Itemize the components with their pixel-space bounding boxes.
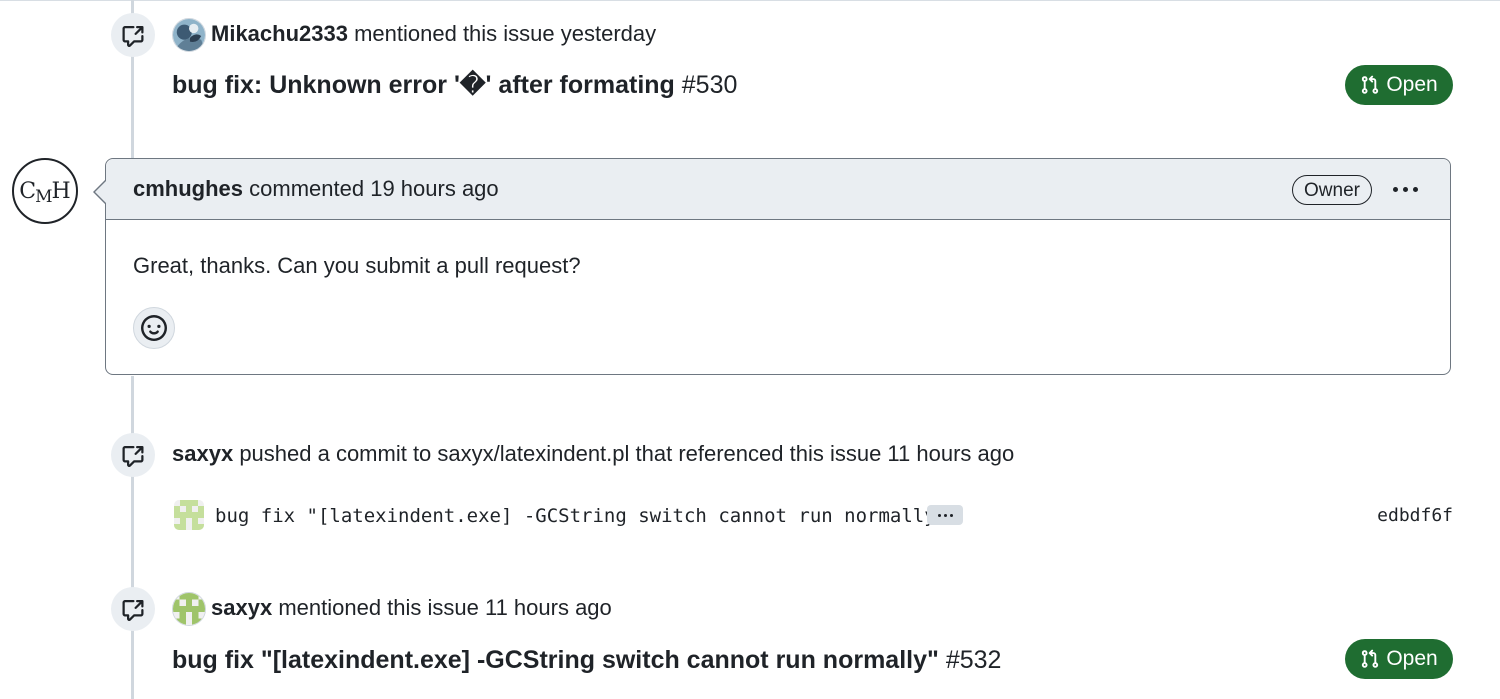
event-description: saxyx mentioned this issue 11 hours ago — [211, 593, 612, 623]
top-divider — [0, 0, 1500, 1]
comment-card: cmhughes commented 19 hours ago Owner Gr… — [105, 158, 1451, 375]
ref-number[interactable]: #532 — [946, 646, 1002, 674]
git-pull-request-icon — [1362, 649, 1379, 668]
avatar-letter: H — [51, 178, 71, 204]
event-description: saxyx pushed a commit to saxyx/latexinde… — [172, 439, 1014, 469]
cross-reference-icon — [111, 587, 155, 631]
ref-title-text[interactable]: bug fix: Unknown error '�' after formati… — [172, 71, 675, 99]
ref-title-text[interactable]: bug fix "[latexindent.exe] -GCString swi… — [172, 646, 939, 674]
state-label: Open — [1386, 73, 1438, 96]
referenced-issue-title[interactable]: bug fix: Unknown error '�' after formati… — [172, 69, 737, 101]
avatar-letter: C — [19, 178, 37, 204]
comment-header: cmhughes commented 19 hours ago Owner — [106, 159, 1450, 220]
kebab-horizontal-icon[interactable] — [1390, 177, 1420, 201]
comment-caret — [95, 180, 107, 204]
event-action: mentioned this issue yesterday — [354, 21, 657, 46]
open-state-badge: Open — [1345, 65, 1453, 105]
avatar[interactable]: CMH — [12, 158, 78, 224]
avatar[interactable] — [172, 592, 206, 626]
cross-reference-icon — [111, 13, 155, 57]
actor-link[interactable]: Mikachu2333 — [211, 21, 348, 46]
commit-sha-link[interactable]: edbdf6f — [1377, 503, 1453, 529]
git-pull-request-icon — [1362, 75, 1379, 94]
ref-number[interactable]: #530 — [682, 71, 738, 99]
actor-link[interactable]: saxyx — [211, 595, 272, 620]
smiley-icon — [141, 315, 167, 341]
referenced-issue-title[interactable]: bug fix "[latexindent.exe] -GCString swi… — [172, 644, 1001, 676]
event-description: Mikachu2333 mentioned this issue yesterd… — [211, 19, 656, 49]
avatar-letter: M — [35, 187, 53, 207]
state-label: Open — [1386, 647, 1438, 670]
expand-commit-button[interactable] — [927, 505, 963, 525]
comment-meta: cmhughes commented 19 hours ago — [133, 174, 499, 204]
event-action: mentioned this issue 11 hours ago — [278, 595, 612, 620]
owner-badge: Owner — [1292, 175, 1372, 205]
avatar[interactable] — [172, 18, 206, 52]
cross-reference-icon — [111, 433, 155, 477]
event-action: pushed a commit to saxyx/latexindent.pl … — [239, 441, 1015, 466]
open-state-badge: Open — [1345, 639, 1453, 679]
timeline-line — [131, 376, 134, 699]
avatar[interactable] — [174, 500, 204, 530]
comment-timestamp[interactable]: commented 19 hours ago — [249, 176, 499, 201]
actor-link[interactable]: saxyx — [172, 441, 233, 466]
commit-message-link[interactable]: bug fix "[latexindent.exe] -GCString swi… — [215, 503, 947, 529]
comment-author-link[interactable]: cmhughes — [133, 176, 243, 201]
comment-body: Great, thanks. Can you submit a pull req… — [133, 253, 581, 278]
add-reaction-button[interactable] — [133, 307, 175, 349]
